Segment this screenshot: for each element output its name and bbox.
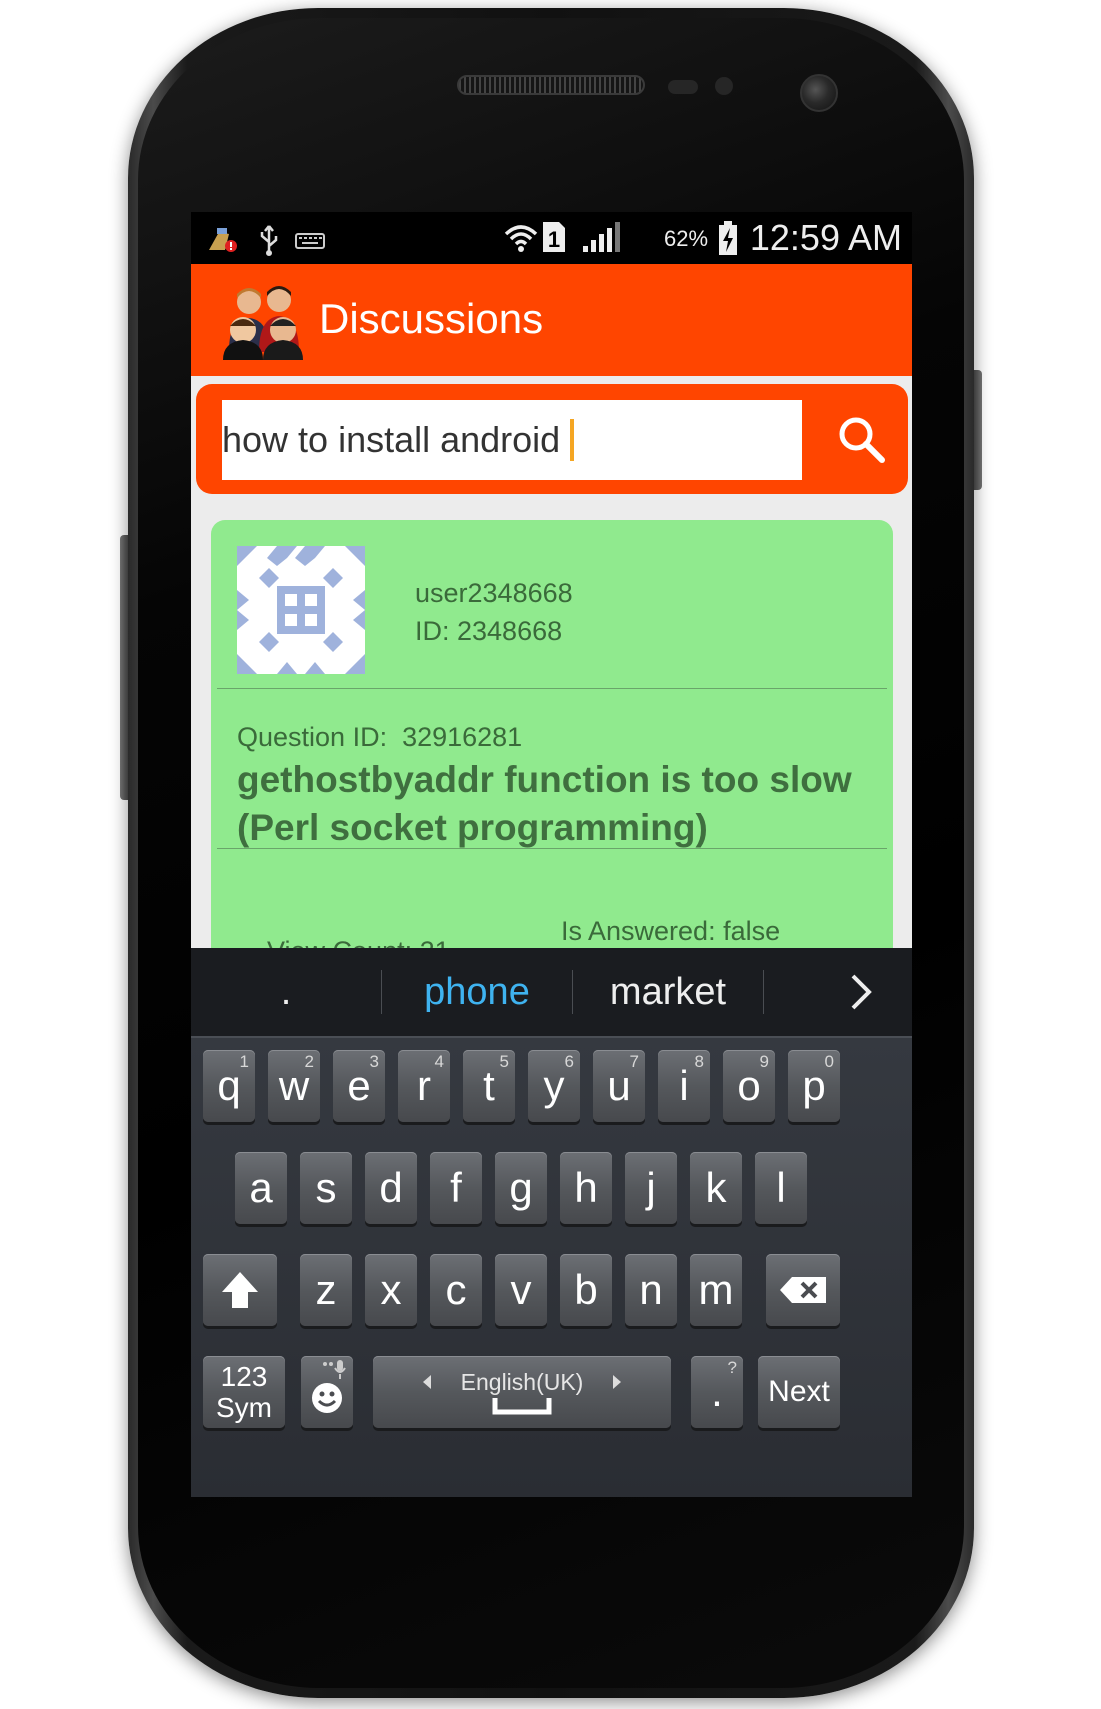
symbols-key[interactable]: 123 Sym	[203, 1356, 285, 1428]
key-v[interactable]: v	[495, 1254, 547, 1326]
question-title[interactable]: gethostbyaddr function is too slow (Perl…	[237, 756, 887, 852]
avatar	[237, 546, 365, 674]
svg-text:1: 1	[548, 227, 560, 252]
key-a[interactable]: a	[235, 1152, 287, 1224]
arrow-left-icon	[422, 1375, 431, 1389]
key-w[interactable]: 2w	[268, 1050, 320, 1122]
question-card[interactable]: user2348668 ID: 2348668 Question ID: 329…	[211, 520, 893, 948]
arrow-right-icon	[613, 1375, 622, 1389]
space-key[interactable]: English(UK)	[373, 1356, 671, 1428]
next-button[interactable]: Next	[758, 1356, 840, 1428]
earpiece-speaker	[457, 75, 645, 95]
sim-1-icon: 1	[541, 220, 567, 261]
period-key-hint: ?	[727, 1358, 737, 1377]
people-discussion-icon[interactable]	[221, 280, 307, 360]
status-time: 12:59 AM	[749, 217, 902, 258]
key-l[interactable]: l	[755, 1152, 807, 1224]
search-input-text: how to install android	[222, 419, 561, 460]
key-z[interactable]: z	[300, 1254, 352, 1326]
chevron-right-icon	[851, 974, 872, 1010]
key-t[interactable]: 5t	[463, 1050, 515, 1122]
key-f[interactable]: f	[430, 1152, 482, 1224]
search-input[interactable]: how to install android	[222, 400, 802, 480]
space-bar-icon	[492, 1397, 552, 1414]
suggestion-item-selected[interactable]: phone	[382, 948, 572, 1036]
divider	[217, 848, 887, 849]
front-camera	[800, 74, 838, 112]
page-title: Discussions	[319, 295, 544, 342]
suggestion-item[interactable]: .	[191, 948, 381, 1036]
light-sensor	[715, 77, 733, 95]
period-key[interactable]: ?.	[691, 1356, 743, 1428]
key-u[interactable]: 7u	[593, 1050, 645, 1122]
key-c[interactable]: c	[430, 1254, 482, 1326]
key-e[interactable]: 3e	[333, 1050, 385, 1122]
key-r[interactable]: 4r	[398, 1050, 450, 1122]
key-g[interactable]: g	[495, 1152, 547, 1224]
status-bar: 1 62% 12:59 AM	[191, 212, 912, 264]
divider	[217, 688, 887, 689]
battery-charging-icon	[717, 220, 739, 263]
search-bar: how to install android	[196, 384, 908, 494]
question-id: Question ID: 32916281	[237, 722, 523, 752]
key-p[interactable]: 0p	[788, 1050, 840, 1122]
voice-input-icon	[323, 1360, 346, 1379]
search-icon	[839, 417, 885, 463]
key-b[interactable]: b	[560, 1254, 612, 1326]
key-d[interactable]: d	[365, 1152, 417, 1224]
is-answered-status: Is Answered: false	[561, 916, 781, 946]
smiley-icon	[312, 1383, 342, 1413]
key-q[interactable]: 1q	[203, 1050, 255, 1122]
battery-percentage: 62%	[664, 226, 709, 251]
key-i[interactable]: 8i	[658, 1050, 710, 1122]
key-h[interactable]: h	[560, 1152, 612, 1224]
key-x[interactable]: x	[365, 1254, 417, 1326]
language-label: English(UK)	[460, 1368, 584, 1395]
view-count: View Count: 21	[267, 934, 450, 948]
divider	[763, 970, 764, 1014]
main-content: how to install android user2348668 ID: 2…	[191, 376, 912, 948]
key-o[interactable]: 9o	[723, 1050, 775, 1122]
usb-icon	[257, 224, 281, 263]
emoji-key[interactable]	[301, 1356, 353, 1428]
user-id: ID: 2348668	[415, 616, 563, 646]
search-button[interactable]	[836, 414, 888, 466]
signal-icon	[581, 222, 621, 261]
shift-key[interactable]	[203, 1254, 277, 1326]
key-k[interactable]: k	[690, 1152, 742, 1224]
key-m[interactable]: m	[690, 1254, 742, 1326]
wifi-icon	[503, 220, 539, 263]
proximity-sensor	[668, 80, 698, 94]
backspace-icon	[780, 1277, 826, 1303]
keyboard-icon	[295, 228, 325, 258]
key-j[interactable]: j	[625, 1152, 677, 1224]
more-suggestions-button[interactable]	[813, 948, 909, 1036]
suggestion-item[interactable]: market	[573, 948, 763, 1036]
text-cursor	[570, 419, 575, 461]
cleaner-notification-icon	[205, 224, 239, 261]
key-y[interactable]: 6y	[528, 1050, 580, 1122]
user-name: user2348668	[415, 578, 573, 608]
key-n[interactable]: n	[625, 1254, 677, 1326]
shift-arrow-icon	[222, 1272, 258, 1308]
action-bar: Discussions	[191, 264, 912, 376]
key-s[interactable]: s	[300, 1152, 352, 1224]
backspace-key[interactable]	[766, 1254, 840, 1326]
phone-screen: 1 62% 12:59 AM Discussions how to instal…	[191, 212, 912, 1497]
suggestion-bar: . phone market	[191, 948, 912, 1036]
soft-keyboard: 1q 2w 3e 4r 5t 6y 7u 8i 9o 0p a s d f g …	[191, 1036, 912, 1497]
